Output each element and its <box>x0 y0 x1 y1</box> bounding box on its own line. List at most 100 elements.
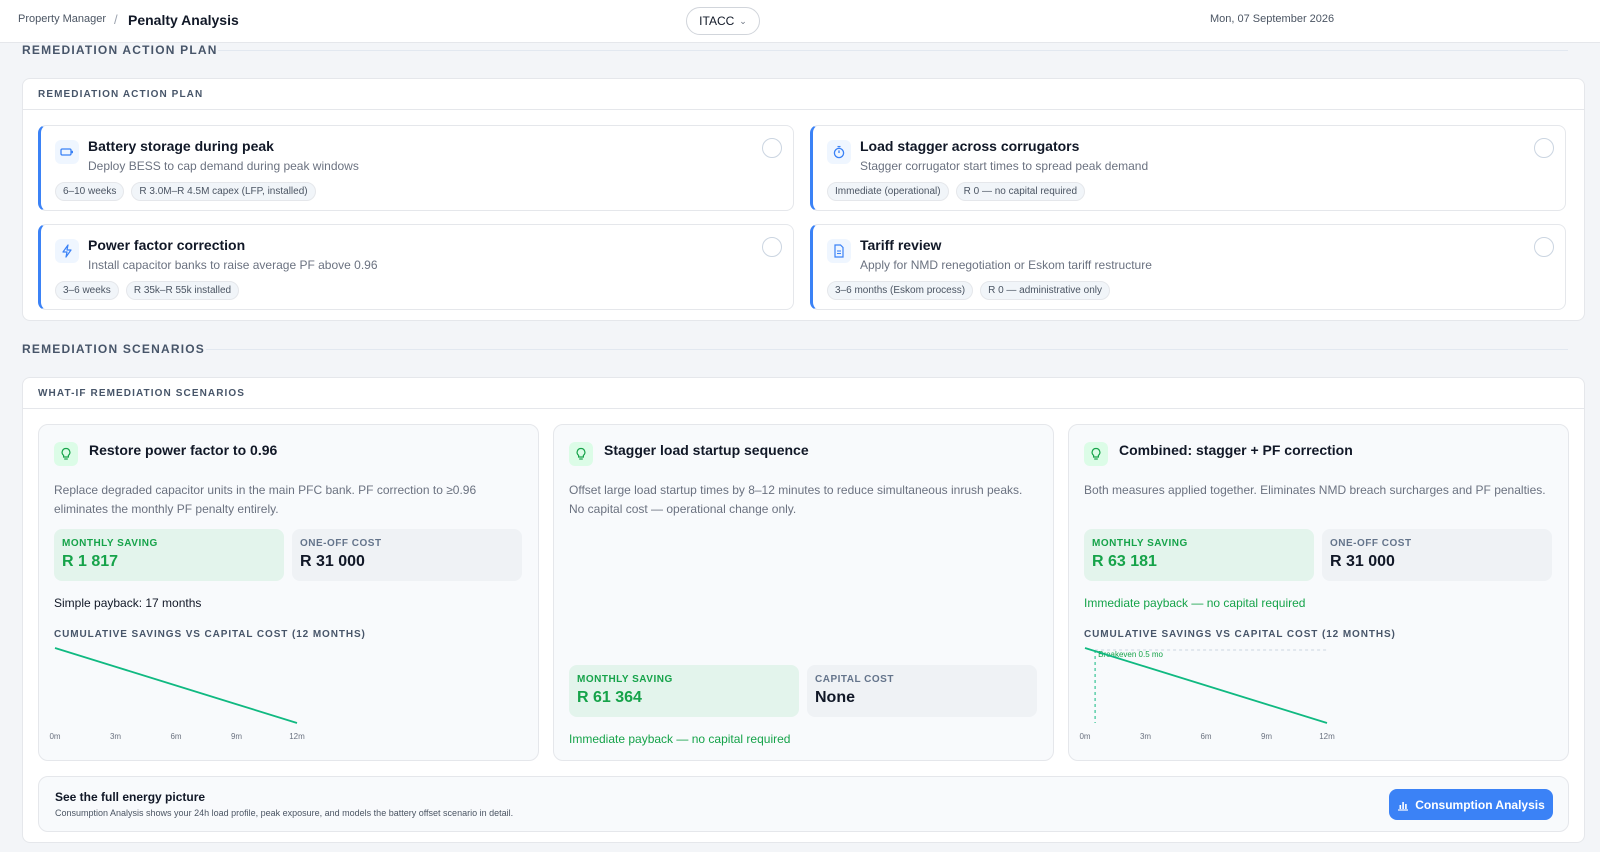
metric-label: ONE-OFF COST <box>1330 538 1412 549</box>
action-tags: 6–10 weeks R 3.0M–R 4.5M capex (LFP, ins… <box>55 182 316 201</box>
action-plan-panel: REMEDIATION ACTION PLAN Battery storage … <box>22 78 1585 321</box>
duration-tag: Immediate (operational) <box>827 182 949 201</box>
chart-title: CUMULATIVE SAVINGS VS CAPITAL COST (12 M… <box>1084 629 1396 640</box>
metric-label: MONTHLY SAVING <box>62 538 158 549</box>
action-title: Load stagger across corrugators <box>860 138 1080 154</box>
action-plan-section-title: REMEDIATION ACTION PLAN <box>22 43 218 57</box>
cumulative-savings-line <box>1084 647 1328 724</box>
cumulative-savings-line <box>54 647 298 724</box>
action-tags: 3–6 weeks R 35k–R 55k installed <box>55 281 240 300</box>
breadcrumb-parent[interactable]: Property Manager <box>18 13 106 25</box>
site-selector-value: ITACC <box>699 14 735 28</box>
lightbulb-icon <box>569 442 593 466</box>
scenario-title: Restore power factor to 0.96 <box>89 442 278 458</box>
action-tags: 3–6 months (Eskom process) R 0 — adminis… <box>827 281 1110 300</box>
x-tick-label: 9m <box>231 732 242 741</box>
duration-tag: 3–6 months (Eskom process) <box>827 281 974 300</box>
scenario-description: Replace degraded capacitor units in the … <box>54 483 477 516</box>
scenario-card-combined: Combined: stagger + PF correction Both m… <box>1068 424 1569 761</box>
action-description: Deploy BESS to cap demand during peak wi… <box>88 159 359 173</box>
metric-label: MONTHLY SAVING <box>1092 538 1188 549</box>
document-icon <box>827 239 851 263</box>
action-card-power-factor[interactable]: Power factor correction Install capacito… <box>38 224 794 310</box>
action-card-battery-storage[interactable]: Battery storage during peak Deploy BESS … <box>38 125 794 211</box>
action-plan-panel-title: REMEDIATION ACTION PLAN <box>23 79 1584 110</box>
monthly-saving-metric: MONTHLY SAVING R 61 364 <box>569 665 799 717</box>
action-card-load-stagger[interactable]: Load stagger across corrugators Stagger … <box>810 125 1566 211</box>
metric-value: None <box>815 689 855 706</box>
action-title: Battery storage during peak <box>88 138 274 154</box>
chevron-down-icon: ⌄ <box>739 15 747 26</box>
cost-tag: R 3.0M–R 4.5M capex (LFP, installed) <box>131 182 316 201</box>
metric-value: R 31 000 <box>300 553 365 570</box>
payback-text: Immediate payback — no capital required <box>1084 596 1306 610</box>
section-divider <box>218 50 1568 51</box>
page-title: Penalty Analysis <box>128 12 239 28</box>
bar-chart-icon <box>1398 801 1409 811</box>
top-bar: Property Manager / Penalty Analysis ITAC… <box>0 0 1600 43</box>
payback-text: Simple payback: 17 months <box>54 596 202 610</box>
x-tick-label: 12m <box>289 732 305 741</box>
metric-label: CAPITAL COST <box>815 674 894 685</box>
x-tick-label: 3m <box>1140 732 1151 741</box>
one-off-cost-metric: ONE-OFF COST R 31 000 <box>1322 529 1552 581</box>
scenario-description: Offset large load startup times by 8–12 … <box>569 483 1023 516</box>
scenario-title: Stagger load startup sequence <box>604 442 809 458</box>
select-radio[interactable] <box>762 237 782 257</box>
cumulative-savings-chart: Breakeven 0.5 mo0m 3m 6m 9m 12m <box>1079 647 1335 741</box>
action-title: Tariff review <box>860 237 942 253</box>
scenarios-panel: WHAT-IF REMEDIATION SCENARIOS Restore po… <box>22 377 1585 843</box>
action-description: Apply for NMD renegotiation or Eskom tar… <box>860 258 1152 272</box>
scenarios-section-title: REMEDIATION SCENARIOS <box>22 342 205 356</box>
x-tick-label: 9m <box>1261 732 1272 741</box>
action-tags: Immediate (operational) R 0 — no capital… <box>827 182 1086 201</box>
lightning-icon <box>55 239 79 263</box>
x-tick-label: 3m <box>110 732 121 741</box>
consumption-analysis-button[interactable]: Consumption Analysis <box>1389 789 1553 820</box>
x-tick-label: 6m <box>170 732 181 741</box>
metric-value: R 63 181 <box>1092 553 1157 570</box>
select-radio[interactable] <box>1534 237 1554 257</box>
duration-tag: 3–6 weeks <box>55 281 119 300</box>
select-radio[interactable] <box>762 138 782 158</box>
scenario-card-power-factor: Restore power factor to 0.96 Replace deg… <box>38 424 539 761</box>
current-date: Mon, 07 September 2026 <box>1210 13 1335 25</box>
consumption-analysis-banner: See the full energy picture Consumption … <box>38 776 1569 832</box>
lightbulb-icon <box>1084 442 1108 466</box>
section-divider <box>206 349 1568 350</box>
x-tick-label: 0m <box>1079 732 1090 741</box>
button-label: Consumption Analysis <box>1415 797 1545 812</box>
payback-text: Immediate payback — no capital required <box>569 732 791 746</box>
breadcrumb-separator: / <box>114 12 118 27</box>
monthly-saving-metric: MONTHLY SAVING R 1 817 <box>54 529 284 581</box>
metric-label: ONE-OFF COST <box>300 538 382 549</box>
banner-title: See the full energy picture <box>55 790 206 804</box>
site-selector[interactable]: ITACC ⌄ <box>686 7 760 35</box>
duration-tag: 6–10 weeks <box>55 182 125 201</box>
monthly-saving-metric: MONTHLY SAVING R 63 181 <box>1084 529 1314 581</box>
select-radio[interactable] <box>1534 138 1554 158</box>
lightbulb-icon <box>54 442 78 466</box>
scenario-card-stagger: Stagger load startup sequence Offset lar… <box>553 424 1054 761</box>
action-card-tariff-review[interactable]: Tariff review Apply for NMD renegotiatio… <box>810 224 1566 310</box>
x-tick-label: 12m <box>1319 732 1335 741</box>
cost-tag: R 0 — no capital required <box>955 182 1086 201</box>
metric-label: MONTHLY SAVING <box>577 674 673 685</box>
action-title: Power factor correction <box>88 237 246 253</box>
capital-cost-metric: CAPITAL COST None <box>807 665 1037 717</box>
cost-tag: R 35k–R 55k installed <box>125 281 240 300</box>
battery-icon <box>55 140 79 164</box>
x-tick-label: 6m <box>1200 732 1211 741</box>
banner-description: Consumption Analysis shows your 24h load… <box>55 808 514 818</box>
cumulative-savings-chart: 0m 3m 6m 9m 12m <box>49 647 305 741</box>
metric-value: R 1 817 <box>62 553 119 570</box>
chart-title: CUMULATIVE SAVINGS VS CAPITAL COST (12 M… <box>54 629 366 640</box>
one-off-cost-metric: ONE-OFF COST R 31 000 <box>292 529 522 581</box>
cost-tag: R 0 — administrative only <box>980 281 1110 300</box>
metric-value: R 61 364 <box>577 689 642 706</box>
scenario-title: Combined: stagger + PF correction <box>1119 442 1353 458</box>
scenario-description: Both measures applied together. Eliminat… <box>1084 483 1546 497</box>
action-description: Install capacitor banks to raise average… <box>88 258 378 272</box>
scenarios-panel-title: WHAT-IF REMEDIATION SCENARIOS <box>23 378 1584 409</box>
metric-value: R 31 000 <box>1330 553 1395 570</box>
